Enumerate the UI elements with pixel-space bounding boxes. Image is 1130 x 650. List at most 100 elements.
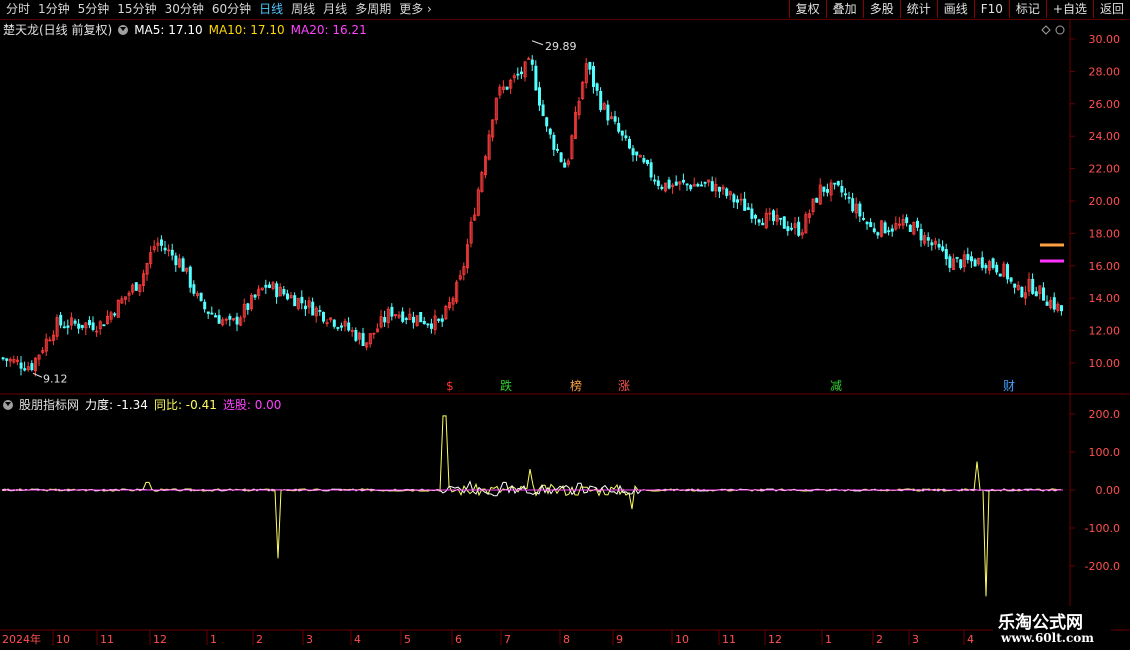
tab-6[interactable]: 日线 [255,1,287,18]
candle-body [300,296,304,304]
candle-body [213,315,217,318]
tool-buttons: 复权 叠加 多股 统计 画线 F10 标记 +自选 返回 [788,0,1130,18]
lidu-value: 力度: -1.34 [85,398,148,412]
toolbar-button-2[interactable]: 多股 [862,0,900,18]
candle-body [797,221,801,236]
candle-body [8,358,12,362]
candle-body [509,79,513,89]
toolbar-button-7[interactable]: +自选 [1045,0,1093,18]
toolbar-button-3[interactable]: 统计 [899,0,937,18]
candle-body [707,179,711,183]
candle-body [501,86,505,90]
candle-body [840,185,844,193]
candle-body [440,318,444,322]
osc-tick-label: 200.0 [1089,408,1121,421]
candle-body [303,305,307,310]
candle-body [95,330,99,333]
low-pointer [32,372,43,378]
candle-body [368,333,372,345]
candle-body [736,199,740,203]
time-label: 3 [306,633,313,646]
candle-body [231,318,235,321]
candlestick-series [1,55,1064,377]
toolbar-button-4[interactable]: 画线 [936,0,974,18]
candle-body [62,326,66,329]
candle-body [660,186,664,190]
candle-body [451,298,455,305]
candle-body [520,71,524,75]
candle-body [923,235,927,244]
candle-body [714,184,718,192]
candle-body [937,243,941,248]
toolbar-button-1[interactable]: 叠加 [825,0,863,18]
candle-body [570,135,574,159]
candle-body [249,295,253,310]
candle-body [804,213,808,234]
toolbar-button-8[interactable]: 返回 [1092,0,1130,18]
candle-body [905,217,909,224]
candle-body [285,293,289,300]
time-label: 8 [563,633,570,646]
toolbar-button-5[interactable]: F10 [973,0,1009,18]
candle-body [422,321,426,325]
indicator-dropdown-icon[interactable] [3,399,13,410]
candle-body [159,239,163,246]
candle-body [887,230,891,233]
price-tick-label: 26.00 [1089,98,1121,111]
tab-0[interactable]: 分时 [2,1,34,18]
tab-8[interactable]: 月线 [319,1,351,18]
event-marker-bg [569,378,583,393]
time-label: 10 [56,633,70,646]
tab-10[interactable]: 更多 › [395,1,436,18]
tab-7[interactable]: 周线 [287,1,319,18]
candle-body [498,86,502,96]
candle-body [566,160,570,165]
candle-body [131,284,135,293]
candle-body [282,289,286,295]
candle-body [246,303,250,310]
tab-2[interactable]: 5分钟 [74,1,114,18]
tab-9[interactable]: 多周期 [351,1,395,18]
event-marker-bg [1002,378,1016,393]
kline-chart[interactable]: 29.899.12$ 跌榜涨减财 30.0028.0026.0024.0022.0… [0,0,1130,650]
candle-body [962,254,966,268]
candle-body [437,318,441,321]
tab-4[interactable]: 30分钟 [161,1,208,18]
candle-body [620,130,624,136]
candle-body [991,258,995,268]
time-label: 4 [967,633,974,646]
candle-body [955,256,959,259]
settings-dropdown-icon[interactable] [118,24,129,35]
xuangu-value: 选股: 0.00 [222,398,282,412]
candle-body [1056,303,1060,311]
candle-body [408,313,412,320]
event-marker-bg [499,378,513,393]
candle-body [908,224,912,232]
candle-body [671,184,675,188]
candle-body [833,182,837,185]
time-label: 9 [616,633,623,646]
candle-body [321,311,325,322]
candle-body [800,232,804,236]
price-tick-label: 10.00 [1089,357,1121,370]
tab-1[interactable]: 1分钟 [34,1,74,18]
toolbar-button-0[interactable]: 复权 [788,0,826,18]
candle-body [995,264,999,273]
candle-body [34,357,38,372]
toolbar-button-6[interactable]: 标记 [1008,0,1046,18]
candle-body [66,325,70,328]
candle-body [217,315,221,324]
candle-body [930,242,934,246]
tab-3[interactable]: 15分钟 [113,1,160,18]
candle-body [952,258,956,271]
candle-body [941,246,945,251]
candle-body [1002,263,1006,277]
candle-body [678,181,682,185]
candle-body [393,314,397,316]
candle-body [894,223,898,230]
candle-body [916,220,920,228]
tab-5[interactable]: 60分钟 [208,1,255,18]
candle-body [530,59,534,65]
candle-body [278,286,282,297]
candle-body [102,324,106,327]
